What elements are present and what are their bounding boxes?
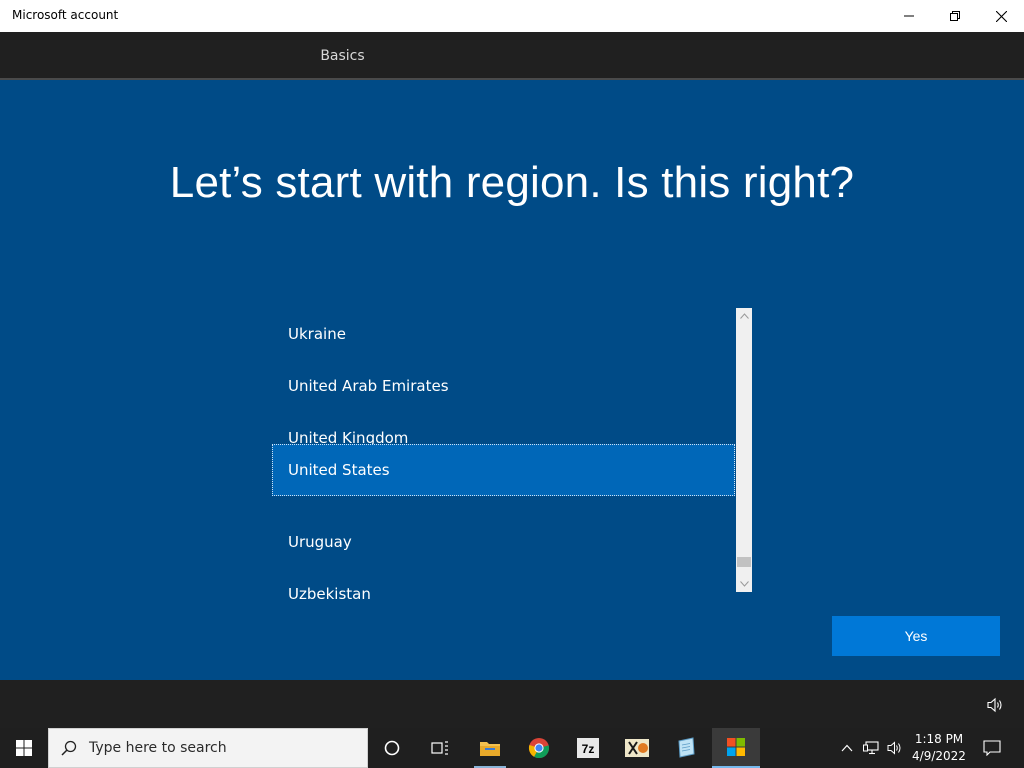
search-icon-wrap bbox=[49, 728, 89, 768]
search-placeholder: Type here to search bbox=[89, 740, 227, 756]
cortana-icon bbox=[384, 740, 400, 756]
chevron-up-icon bbox=[841, 744, 853, 752]
chrome-button[interactable] bbox=[515, 728, 563, 768]
clock-date: 4/9/2022 bbox=[912, 749, 966, 763]
main-content: Let’s start with region. Is this right? … bbox=[0, 80, 1024, 680]
region-item-ukraine[interactable]: Ukraine bbox=[272, 308, 735, 360]
search-icon bbox=[61, 740, 77, 756]
volume-button[interactable] bbox=[986, 696, 1004, 714]
close-button[interactable] bbox=[978, 0, 1024, 32]
file-explorer-icon bbox=[480, 742, 500, 756]
title-bar: Microsoft account bbox=[0, 0, 1024, 32]
page-title: Let’s start with region. Is this right? bbox=[169, 158, 855, 207]
cortana-button[interactable] bbox=[368, 728, 416, 768]
network-button[interactable] bbox=[860, 728, 882, 768]
7zip-icon: 7z bbox=[577, 738, 599, 758]
7zip-button[interactable]: 7z bbox=[564, 728, 612, 768]
network-icon bbox=[863, 741, 879, 755]
region-list-scrollbar[interactable] bbox=[736, 308, 752, 592]
minimize-icon bbox=[904, 15, 914, 17]
start-button[interactable] bbox=[0, 728, 48, 768]
restore-button[interactable] bbox=[932, 0, 978, 32]
tab-basics: Basics bbox=[245, 32, 440, 82]
file-explorer-button[interactable] bbox=[466, 728, 514, 768]
taskbar-search-box[interactable]: Type here to search bbox=[48, 728, 368, 768]
oobe-footer bbox=[0, 680, 1024, 728]
region-item-uzbekistan[interactable]: Uzbekistan bbox=[272, 568, 735, 603]
scroll-up-button[interactable] bbox=[736, 308, 752, 324]
chevron-up-icon bbox=[739, 313, 749, 319]
region-item-uruguay[interactable]: Uruguay bbox=[272, 516, 735, 568]
svg-text:7z: 7z bbox=[582, 742, 595, 756]
microsoft-store-button[interactable] bbox=[712, 728, 760, 768]
close-icon bbox=[995, 10, 1007, 22]
volume-icon bbox=[987, 697, 1002, 713]
show-hidden-icons-button[interactable] bbox=[836, 728, 858, 768]
task-view-button[interactable] bbox=[416, 728, 464, 768]
scroll-down-button[interactable] bbox=[736, 576, 752, 592]
region-item-united-states[interactable]: United States bbox=[272, 444, 735, 496]
notepad-button[interactable] bbox=[662, 728, 710, 768]
minimize-button[interactable] bbox=[886, 0, 932, 32]
yes-button[interactable]: Yes bbox=[832, 616, 1000, 656]
volume-icon bbox=[887, 741, 901, 755]
notepad-icon bbox=[678, 737, 695, 758]
region-list[interactable]: Ukraine United Arab Emirates United King… bbox=[272, 308, 752, 603]
xd-app-button[interactable] bbox=[613, 728, 661, 768]
windows-logo-icon bbox=[16, 740, 32, 756]
oobe-progress-bar: Basics bbox=[0, 32, 1024, 82]
region-item-united-arab-emirates[interactable]: United Arab Emirates bbox=[272, 360, 735, 412]
region-list-items: Ukraine United Arab Emirates United King… bbox=[272, 308, 735, 603]
chrome-icon bbox=[528, 738, 550, 759]
microsoft-store-icon bbox=[727, 738, 745, 756]
task-view-icon bbox=[431, 741, 448, 755]
action-center-button[interactable] bbox=[978, 728, 1006, 768]
tab-basics-label: Basics bbox=[320, 48, 365, 64]
notification-icon bbox=[983, 740, 1001, 756]
clock[interactable]: 1:18 PM 4/9/2022 bbox=[904, 731, 974, 765]
chevron-down-icon bbox=[739, 581, 749, 587]
window-title: Microsoft account bbox=[12, 8, 119, 22]
taskbar: Type here to search 7z 1:18 PM 4/9/2022 bbox=[0, 728, 1024, 768]
scroll-thumb[interactable] bbox=[737, 557, 751, 567]
clock-time: 1:18 PM bbox=[914, 732, 964, 746]
tray-volume-button[interactable] bbox=[884, 728, 906, 768]
xd-app-icon bbox=[625, 739, 649, 757]
restore-icon bbox=[950, 11, 960, 21]
